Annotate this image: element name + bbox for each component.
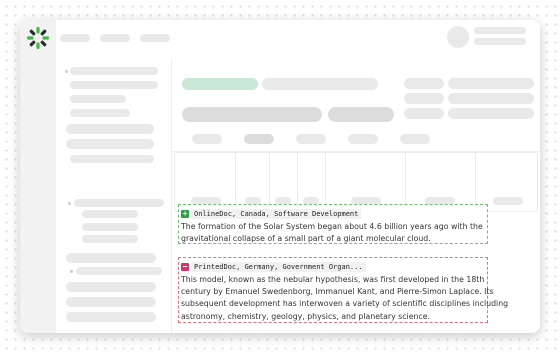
tab-placeholder[interactable] xyxy=(348,134,378,144)
sidebar-bullet xyxy=(68,202,71,205)
sidebar-bullet xyxy=(70,270,73,273)
sidebar-item[interactable] xyxy=(70,109,130,117)
stat-divider xyxy=(405,153,406,211)
diff-text-line: gravitational collapse of a small part o… xyxy=(181,234,431,244)
sidebar xyxy=(56,58,172,333)
sidebar-item[interactable] xyxy=(66,282,156,292)
app-logo-icon[interactable] xyxy=(25,25,51,51)
secondary-action-placeholder[interactable] xyxy=(328,107,394,122)
diff-text-line: century by Emanuel Swedenborg, Immanuel … xyxy=(181,287,494,297)
sidebar-item[interactable] xyxy=(76,267,162,275)
stat-divider xyxy=(297,153,298,211)
stat-placeholder xyxy=(493,197,523,205)
top-bar xyxy=(56,20,540,58)
meta-placeholder xyxy=(448,108,534,119)
diff-source-label: PrintedDoc, Germany, Government Organ... xyxy=(191,261,366,272)
meta-placeholder xyxy=(404,108,444,119)
sidebar-item[interactable] xyxy=(82,210,138,218)
title-placeholder xyxy=(262,78,378,90)
stats-strip xyxy=(174,152,538,212)
sidebar-item[interactable] xyxy=(66,124,154,134)
left-rail xyxy=(20,20,56,333)
sidebar-item[interactable] xyxy=(66,312,156,322)
meta-placeholder xyxy=(448,78,534,89)
user-name-placeholder xyxy=(474,27,526,34)
breadcrumb-placeholder xyxy=(100,34,130,42)
sidebar-item[interactable] xyxy=(66,297,156,307)
stat-divider xyxy=(325,153,326,211)
breadcrumb-placeholder xyxy=(140,34,170,42)
sidebar-item[interactable] xyxy=(70,81,158,89)
diff-text-line: astronomy, chemistry, geology, physics, … xyxy=(181,311,431,321)
sidebar-item[interactable] xyxy=(82,223,138,231)
minus-icon: − xyxy=(181,261,189,271)
diff-block-added[interactable]: + OnlineDoc, Canada, Software Developmen… xyxy=(178,204,488,244)
tab-placeholder[interactable] xyxy=(192,134,222,144)
sidebar-item[interactable] xyxy=(66,139,154,149)
sidebar-item[interactable] xyxy=(82,235,138,243)
breadcrumb-placeholder xyxy=(60,34,90,42)
tab-placeholder-active[interactable] xyxy=(244,134,274,144)
sidebar-item[interactable] xyxy=(74,199,164,207)
diff-source-tag: + OnlineDoc, Canada, Software Developmen… xyxy=(181,208,485,219)
plus-icon: + xyxy=(181,208,189,218)
stat-divider xyxy=(475,153,476,211)
tab-placeholder[interactable] xyxy=(296,134,326,144)
diff-text-line: subsequent development has interwoven a … xyxy=(181,299,509,309)
diff-block-removed[interactable]: − PrintedDoc, Germany, Government Organ.… xyxy=(178,257,509,323)
stat-divider xyxy=(235,153,236,211)
tab-placeholder[interactable] xyxy=(400,134,430,144)
status-pill xyxy=(182,78,258,90)
sidebar-item[interactable] xyxy=(70,95,126,103)
sidebar-item[interactable] xyxy=(70,155,154,163)
sidebar-item[interactable] xyxy=(70,67,158,75)
diff-text-line: The formation of the Solar System began … xyxy=(181,222,483,231)
stat-divider xyxy=(269,153,270,211)
meta-placeholder xyxy=(448,93,534,104)
diff-source-tag: − PrintedDoc, Germany, Government Organ.… xyxy=(181,261,485,272)
avatar[interactable] xyxy=(447,26,469,48)
tab-bar xyxy=(172,130,540,152)
primary-action-placeholder[interactable] xyxy=(182,107,322,122)
meta-placeholder xyxy=(404,78,444,89)
user-role-placeholder xyxy=(474,38,526,45)
diff-text-line: This model, known as the nebular hypothe… xyxy=(181,275,485,284)
diff-source-label: OnlineDoc, Canada, Software Development xyxy=(191,208,362,219)
sidebar-item[interactable] xyxy=(66,253,156,263)
sidebar-bullet xyxy=(65,70,68,73)
meta-placeholder xyxy=(404,93,444,104)
